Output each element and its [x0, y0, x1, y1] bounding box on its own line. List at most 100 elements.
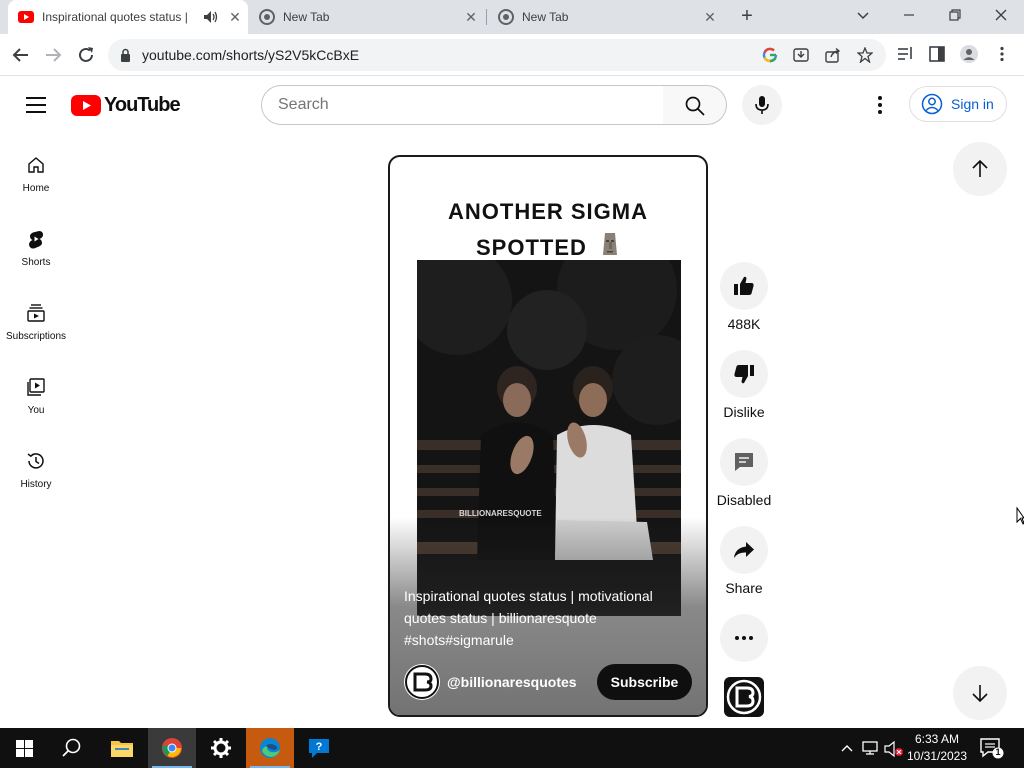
tab-title: New Tab	[283, 10, 330, 24]
bookmark-star-icon[interactable]	[857, 47, 873, 63]
close-tab-icon[interactable]: ✕	[462, 8, 480, 26]
address-bar[interactable]: youtube.com/shorts/yS2V5kCcBxE	[108, 39, 886, 71]
chrome-favicon-icon	[498, 9, 514, 25]
like-button[interactable]	[720, 262, 768, 310]
windows-logo-icon	[16, 740, 33, 757]
sidebar-item-label: History	[20, 479, 52, 490]
browser-toolbar: youtube.com/shorts/yS2V5kCcBxE	[0, 34, 1024, 76]
subscribe-button[interactable]: Subscribe	[597, 664, 692, 700]
sidebar-item-you[interactable]: You	[0, 377, 72, 437]
notification-count: 1	[995, 747, 1001, 757]
sidebar-item-home[interactable]: Home	[0, 155, 72, 215]
mouse-cursor-icon	[1016, 507, 1024, 525]
voice-search-button[interactable]	[742, 85, 782, 125]
history-icon	[27, 453, 44, 469]
sidebar-item-label: You	[27, 405, 45, 416]
taskbar-edge[interactable]	[246, 728, 294, 768]
subscriptions-icon	[27, 304, 45, 322]
new-tab-button[interactable]: +	[736, 6, 758, 28]
search-button[interactable]	[663, 85, 727, 125]
clock-date: 10/31/2023	[906, 749, 968, 763]
chrome-menu-icon[interactable]	[993, 45, 1011, 63]
search-box	[261, 85, 664, 125]
profile-avatar-icon[interactable]	[960, 45, 978, 63]
youtube-play-logo-icon	[71, 95, 101, 116]
clock-time: 6:33 AM	[914, 732, 960, 746]
share-icon	[734, 542, 754, 558]
share-button[interactable]	[720, 526, 768, 574]
volume-muted-icon[interactable]	[884, 740, 904, 758]
sign-in-label: Sign in	[951, 96, 994, 112]
previous-short-button[interactable]	[953, 142, 1007, 196]
next-short-button[interactable]	[953, 666, 1007, 720]
close-tab-icon[interactable]: ✕	[226, 8, 244, 26]
taskbar-search-button[interactable]	[48, 728, 96, 768]
short-title-line: SPOTTED	[475, 235, 587, 260]
network-icon[interactable]	[862, 740, 880, 756]
more-actions-button[interactable]	[720, 614, 768, 662]
sidebar-item-shorts[interactable]: Shorts	[0, 229, 72, 289]
tab-youtube[interactable]: Inspirational quotes status | ✕	[8, 0, 248, 34]
shorts-player[interactable]: ANOTHER SIGMA SPOTTED BILLIONARESQUOTE I…	[388, 155, 708, 717]
dislike-label: Dislike	[723, 404, 765, 420]
tab-new-2[interactable]: New Tab ✕	[488, 0, 726, 34]
tab-new-1[interactable]: New Tab ✕	[249, 0, 487, 34]
tab-separator	[486, 9, 487, 25]
moai-emoji-icon	[603, 233, 618, 255]
tab-title: New Tab	[522, 10, 569, 24]
sidebar-item-subscriptions[interactable]: Subscriptions	[0, 303, 72, 363]
forward-arrow-icon[interactable]	[42, 44, 64, 66]
channel-logo-icon	[726, 679, 762, 715]
comments-button[interactable]	[720, 438, 768, 486]
reload-icon[interactable]	[75, 44, 97, 66]
channel-avatar[interactable]	[404, 664, 440, 700]
search-input[interactable]	[278, 86, 648, 124]
channel-name[interactable]: @billionaresquotes	[447, 674, 577, 690]
arrow-down-icon	[972, 685, 988, 703]
taskbar-file-explorer[interactable]	[98, 728, 146, 768]
close-window-icon[interactable]	[990, 4, 1012, 26]
tab-title: Inspirational quotes status |	[42, 10, 188, 24]
short-caption[interactable]: Inspirational quotes status | motivation…	[404, 585, 674, 651]
taskbar-settings[interactable]	[197, 728, 245, 768]
like-count: 488K	[727, 316, 761, 332]
back-arrow-icon[interactable]	[10, 44, 32, 66]
sidebar-item-history[interactable]: History	[0, 451, 72, 511]
url-text[interactable]: youtube.com/shorts/yS2V5kCcBxE	[142, 47, 359, 63]
sidebar-item-label: Subscriptions	[5, 331, 67, 342]
help-icon: ?	[309, 739, 329, 758]
search-icon	[62, 738, 81, 757]
youtube-logo[interactable]: YouTube	[71, 94, 181, 117]
search-icon	[685, 96, 705, 116]
google-lens-icon[interactable]	[762, 47, 778, 63]
close-tab-icon[interactable]: ✕	[701, 8, 719, 26]
thumbs-down-icon	[734, 365, 754, 384]
side-panel-icon[interactable]	[928, 45, 946, 63]
short-title-line: ANOTHER SIGMA	[448, 199, 648, 224]
more-horizontal-icon	[735, 636, 753, 640]
reading-list-icon[interactable]	[896, 45, 914, 63]
dislike-button[interactable]	[720, 350, 768, 398]
start-button[interactable]	[0, 728, 48, 768]
channel-logo-icon	[405, 665, 439, 699]
system-clock[interactable]: 6:33 AM 10/31/2023	[905, 731, 969, 765]
sign-in-button[interactable]: Sign in	[909, 86, 1007, 122]
guide-menu-icon[interactable]	[26, 97, 46, 113]
chevron-up-icon[interactable]	[840, 742, 854, 754]
lock-icon[interactable]	[120, 48, 131, 62]
share-page-icon[interactable]	[825, 47, 841, 63]
audio-playing-icon[interactable]	[204, 11, 218, 23]
folder-icon	[111, 741, 133, 757]
taskbar-help[interactable]: ?	[295, 728, 343, 768]
minimize-icon[interactable]	[898, 4, 920, 26]
restore-icon[interactable]	[944, 4, 966, 26]
comments-label: Disabled	[716, 492, 772, 508]
sound-thumbnail[interactable]	[724, 677, 764, 717]
install-app-icon[interactable]	[793, 47, 809, 63]
settings-menu-icon[interactable]	[868, 93, 892, 117]
notification-center-button[interactable]: 1	[978, 736, 1004, 760]
taskbar-chrome[interactable]	[148, 728, 196, 768]
tab-search-icon[interactable]	[852, 4, 874, 26]
edge-logo-icon	[260, 738, 280, 758]
thumbs-up-icon	[734, 276, 754, 295]
